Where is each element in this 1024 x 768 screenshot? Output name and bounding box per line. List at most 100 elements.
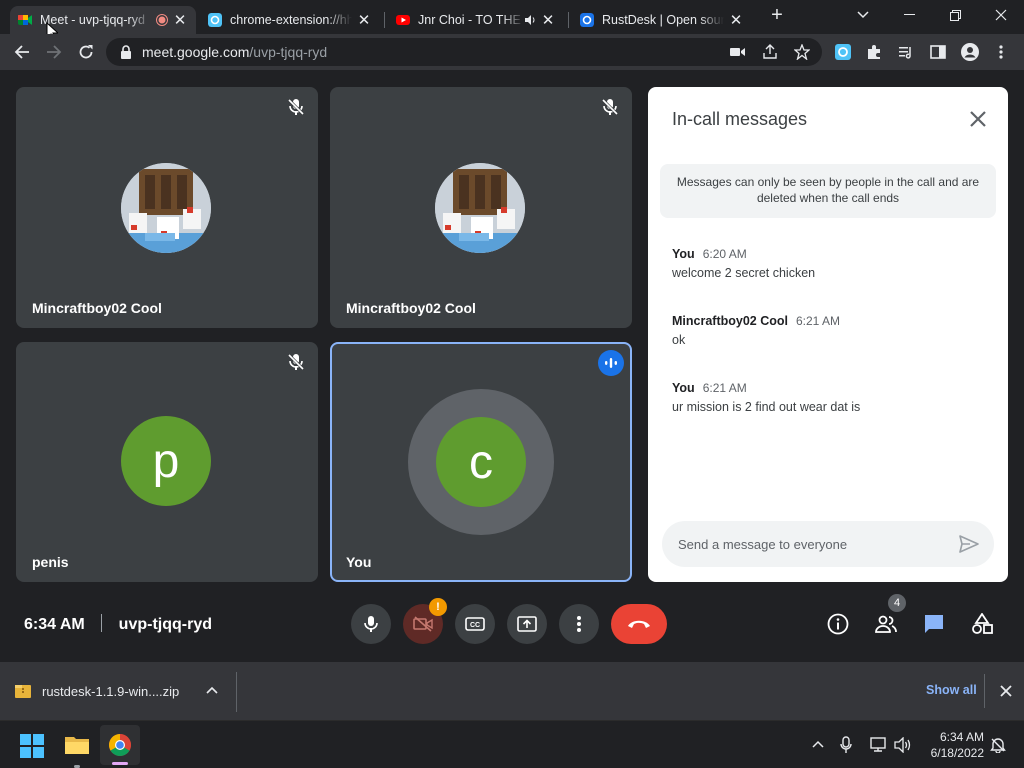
tab-search-icon[interactable]	[848, 4, 878, 26]
minimize-button[interactable]	[894, 4, 924, 26]
extension-icon	[208, 13, 222, 27]
chat-message: You 6:20 AM welcome 2 secret chicken	[672, 247, 815, 280]
avatar: c	[436, 417, 526, 507]
present-icon	[517, 616, 537, 632]
show-all-downloads-link[interactable]: Show all	[926, 683, 977, 697]
avatar	[121, 163, 211, 253]
meeting-details-button[interactable]	[822, 608, 854, 640]
microphone-button[interactable]	[351, 604, 391, 644]
media-control-icon[interactable]	[898, 44, 914, 60]
close-tab-icon[interactable]: ✕	[540, 11, 556, 29]
close-icon[interactable]	[1000, 685, 1012, 697]
download-shelf: rustdesk-1.1.9-win....zip Show all	[0, 662, 1024, 720]
forward-button[interactable]	[40, 38, 68, 66]
activities-icon	[972, 613, 993, 634]
restore-button[interactable]	[940, 4, 970, 26]
camera-button[interactable]: !	[403, 598, 447, 644]
avatar	[435, 163, 525, 253]
close-icon[interactable]	[966, 107, 990, 131]
extension-icon[interactable]	[835, 44, 851, 60]
taskbar-clock[interactable]: 6:34 AM 6/18/2022	[920, 729, 984, 761]
chat-message: You 6:21 AM ur mission is 2 find out wear…	[672, 381, 860, 414]
participant-tile[interactable]: Mincraftboy02 Cool	[330, 87, 632, 328]
download-filename: rustdesk-1.1.9-win....zip	[42, 683, 180, 699]
captions-button[interactable]: CC	[455, 604, 495, 644]
camera-permission-icon[interactable]	[730, 46, 746, 58]
windows-start-icon[interactable]	[20, 734, 44, 758]
people-count-badge: 4	[888, 594, 906, 612]
meeting-time: 6:34 AM	[24, 616, 85, 633]
microphone-icon	[364, 616, 378, 632]
share-icon[interactable]	[762, 44, 778, 60]
tab-youtube[interactable]: Jnr Choi - TO THE MOON ✕	[388, 6, 564, 34]
menu-dots-icon[interactable]	[998, 44, 1004, 60]
more-vert-icon	[577, 616, 581, 632]
back-button[interactable]	[8, 38, 36, 66]
star-icon[interactable]	[794, 44, 810, 60]
forward-arrow-icon	[47, 45, 62, 59]
self-tile[interactable]: c You	[330, 342, 632, 582]
youtube-icon	[396, 15, 410, 25]
profile-icon[interactable]	[961, 43, 979, 61]
taskbar-chrome-button[interactable]	[100, 725, 140, 765]
url-text: meet.google.com/uvp-tjqq-ryd	[142, 44, 328, 60]
participant-tile[interactable]: p penis	[16, 342, 318, 582]
more-options-button[interactable]	[559, 604, 599, 644]
message-text: welcome 2 secret chicken	[672, 266, 816, 280]
zip-file-icon	[15, 685, 31, 698]
address-bar[interactable]: meet.google.com/uvp-tjqq-ryd	[106, 38, 822, 66]
speaking-indicator-icon	[598, 350, 624, 376]
message-time: 6:20 AM	[702, 247, 747, 261]
windows-taskbar: 6:34 AM 6/18/2022	[0, 720, 1024, 768]
recording-icon	[156, 14, 168, 26]
minecraft-chicken-avatar-image	[121, 163, 211, 253]
people-button[interactable]: 4	[870, 594, 906, 640]
volume-icon[interactable]	[894, 737, 912, 753]
side-panel-icon[interactable]	[930, 44, 946, 60]
rustdesk-icon	[580, 13, 594, 27]
mic-off-icon	[287, 98, 305, 116]
download-item[interactable]: rustdesk-1.1.9-win....zip	[14, 674, 236, 708]
participant-name: Mincraftboy02 Cool	[346, 300, 476, 316]
close-tab-icon[interactable]: ✕	[172, 11, 188, 29]
chat-input-placeholder: Send a message to everyone	[678, 536, 848, 552]
tab-title: Jnr Choi - TO THE MOON	[418, 13, 524, 27]
panel-title: In-call messages	[672, 109, 808, 129]
mic-off-icon	[287, 353, 305, 371]
participant-name: penis	[32, 554, 69, 570]
message-sender: You	[672, 381, 695, 395]
minecraft-chicken-avatar-image	[435, 163, 525, 253]
meeting-code: uvp-tjqq-ryd	[118, 616, 212, 633]
network-icon[interactable]	[870, 737, 888, 753]
captions-icon: CC	[465, 617, 485, 631]
new-tab-button[interactable]: +	[762, 4, 792, 26]
puzzle-icon[interactable]	[866, 44, 882, 60]
chat-icon	[925, 615, 943, 633]
close-tab-icon[interactable]: ✕	[728, 11, 744, 29]
file-explorer-icon[interactable]	[64, 734, 90, 756]
tab-meet[interactable]: Meet - uvp-tjqq-ryd ✕	[10, 6, 196, 34]
reload-button[interactable]	[72, 38, 100, 66]
close-window-button[interactable]	[986, 4, 1016, 26]
activities-button[interactable]	[966, 608, 998, 640]
tab-extension[interactable]: chrome-extension://hhdhk ✕	[200, 6, 380, 34]
reload-icon	[79, 45, 93, 59]
chat-message: Mincraftboy02 Cool 6:21 AM ok	[672, 314, 840, 347]
participant-tile[interactable]: Mincraftboy02 Cool	[16, 87, 318, 328]
call-controls-bar: 6:34 AM uvp-tjqq-ryd ! CC 4	[0, 590, 1024, 662]
present-screen-button[interactable]	[507, 604, 547, 644]
tab-rustdesk[interactable]: RustDesk | Open source ✕	[572, 6, 752, 34]
send-icon[interactable]	[958, 533, 980, 555]
camera-off-icon	[413, 616, 433, 632]
clock-time: 6:34 AM	[939, 730, 984, 744]
speaker-icon[interactable]	[524, 14, 536, 26]
mic-off-icon	[601, 98, 619, 116]
leave-call-button[interactable]	[611, 604, 667, 644]
close-tab-icon[interactable]: ✕	[356, 11, 372, 29]
microphone-icon[interactable]	[840, 736, 852, 754]
notifications-icon[interactable]	[990, 737, 1006, 753]
chat-button[interactable]	[918, 608, 950, 640]
chat-input[interactable]: Send a message to everyone	[662, 521, 994, 567]
chevron-up-icon[interactable]	[206, 686, 218, 694]
tray-overflow-icon[interactable]	[812, 740, 824, 748]
